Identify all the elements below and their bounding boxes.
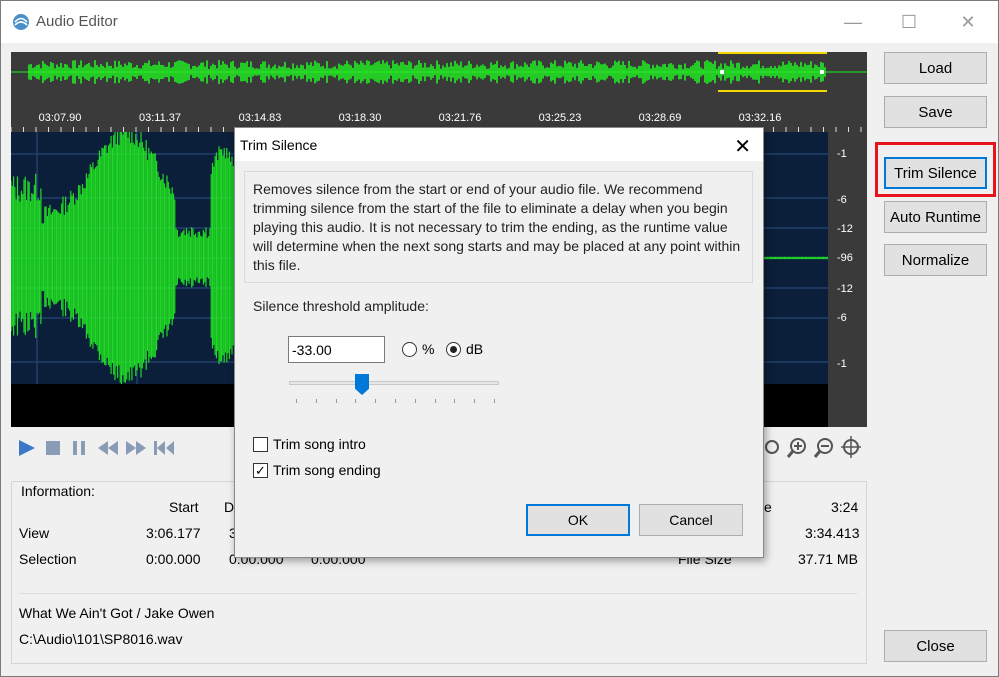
db-label: -1 bbox=[837, 148, 847, 160]
db-label: -6 bbox=[837, 194, 847, 206]
close-button-label: Close bbox=[916, 637, 955, 655]
dialog-close-button[interactable]: ✕ bbox=[734, 134, 751, 159]
slider-tick bbox=[296, 399, 297, 403]
auto-runtime-button[interactable]: Auto Runtime bbox=[884, 201, 987, 233]
file-size-value: 37.71 MB bbox=[798, 551, 858, 567]
slider-tick bbox=[414, 399, 416, 403]
zoom-vertical-icon[interactable] bbox=[840, 435, 862, 459]
tick-label: 03:32.16 bbox=[738, 112, 782, 124]
description-text: Removes silence from the start or end of… bbox=[253, 181, 741, 273]
row-selection-label: Selection bbox=[19, 551, 77, 567]
tick-label: 03:28.69 bbox=[638, 112, 682, 124]
slider-tick bbox=[454, 399, 456, 403]
slider-tick bbox=[494, 399, 495, 403]
runtime-value: 3:24 bbox=[831, 499, 859, 515]
zoom-fit-icon[interactable] bbox=[763, 437, 779, 457]
slider-tick bbox=[434, 399, 436, 403]
tick-label: 03:14.83 bbox=[238, 112, 282, 124]
normalize-button-label: Normalize bbox=[901, 251, 970, 269]
zoom-in-icon[interactable] bbox=[786, 437, 808, 459]
trim-ending-checkbox[interactable]: ✓ bbox=[253, 463, 268, 478]
tick-label: 03:21.76 bbox=[438, 112, 482, 124]
trim-silence-dialog: Trim Silence ✕ Removes silence from the … bbox=[234, 127, 764, 558]
db-label: -96 bbox=[837, 252, 853, 264]
file-path: C:\Audio\101\SP8016.wav bbox=[19, 631, 183, 647]
db-radio[interactable] bbox=[446, 342, 461, 357]
cancel-button[interactable]: Cancel bbox=[639, 504, 743, 536]
trim-ending-label: Trim song ending bbox=[273, 462, 381, 478]
trim-silence-button-label: Trim Silence bbox=[894, 164, 977, 182]
ok-button[interactable]: OK bbox=[526, 504, 630, 536]
percent-radio-label: % bbox=[422, 341, 435, 357]
row-view-label: View bbox=[19, 525, 50, 541]
stop-icon[interactable] bbox=[45, 440, 61, 456]
tick-label: 03:18.30 bbox=[338, 112, 382, 124]
ok-button-label: OK bbox=[567, 512, 589, 528]
info-divider bbox=[19, 593, 857, 594]
db-label: -12 bbox=[837, 283, 853, 295]
dialog-title-bar: Trim Silence ✕ bbox=[235, 128, 763, 161]
maximize-icon: ☐ bbox=[900, 11, 918, 32]
db-radio-label: dB bbox=[466, 341, 484, 357]
save-button[interactable]: Save bbox=[884, 96, 987, 128]
auto-runtime-button-label: Auto Runtime bbox=[890, 208, 981, 226]
selection-start-value: 0:00.000 bbox=[146, 551, 201, 567]
trim-silence-button[interactable]: Trim Silence bbox=[884, 157, 987, 189]
normalize-button[interactable]: Normalize bbox=[884, 244, 987, 276]
col-duration-header: D bbox=[224, 499, 235, 515]
pause-icon[interactable] bbox=[71, 440, 87, 456]
song-title: What We Ain't Got / Jake Owen bbox=[19, 605, 215, 621]
tick-label: 03:11.37 bbox=[138, 112, 182, 124]
trim-intro-checkbox[interactable] bbox=[253, 437, 268, 452]
cancel-button-label: Cancel bbox=[669, 512, 713, 528]
slider-tick bbox=[355, 399, 357, 403]
zoom-out-icon[interactable] bbox=[813, 437, 835, 459]
slider-tick bbox=[474, 399, 476, 403]
time-ruler[interactable]: 03:07.90 03:11.37 03:14.83 03:18.30 03:21.76… bbox=[11, 92, 867, 132]
dialog-title: Trim Silence bbox=[240, 137, 318, 153]
trim-intro-label: Trim song intro bbox=[273, 436, 366, 452]
overview-selection[interactable] bbox=[718, 52, 827, 92]
fast-forward-icon[interactable] bbox=[125, 440, 147, 456]
slider-tick bbox=[315, 399, 317, 403]
close-icon: ✕ bbox=[734, 136, 751, 158]
slider-tick bbox=[375, 399, 377, 403]
slider-tick bbox=[395, 399, 396, 403]
waveform-overview[interactable] bbox=[11, 52, 867, 92]
length-value: 3:34.413 bbox=[805, 525, 860, 541]
col-start-header: Start bbox=[169, 499, 199, 515]
db-label: -12 bbox=[837, 223, 853, 235]
db-label: -1 bbox=[837, 358, 847, 370]
app-logo-icon bbox=[13, 14, 29, 30]
maximize-button[interactable]: ☐ bbox=[886, 1, 932, 43]
db-label: -6 bbox=[837, 312, 847, 324]
load-button[interactable]: Load bbox=[884, 52, 987, 84]
description-box: Removes silence from the start or end of… bbox=[244, 171, 753, 283]
minimize-icon: — bbox=[844, 11, 862, 32]
close-icon: ✕ bbox=[960, 11, 976, 32]
threshold-label: Silence threshold amplitude: bbox=[253, 298, 429, 314]
tick-label: 03:07.90 bbox=[38, 112, 82, 124]
tick-label: 03:25.23 bbox=[538, 112, 582, 124]
close-button[interactable]: Close bbox=[884, 630, 987, 662]
threshold-slider-track[interactable] bbox=[289, 381, 499, 385]
window-title: Audio Editor bbox=[36, 13, 118, 30]
percent-radio[interactable] bbox=[402, 342, 417, 357]
info-heading: Information: bbox=[21, 483, 95, 499]
audio-editor-window: Audio Editor — ☐ ✕ 03:07.90 03:11.37 03:14… bbox=[0, 0, 999, 677]
runtime-label: e bbox=[764, 499, 772, 515]
close-window-button[interactable]: ✕ bbox=[945, 1, 991, 43]
save-button-label: Save bbox=[918, 103, 953, 121]
threshold-slider-thumb[interactable] bbox=[355, 374, 369, 395]
slider-tick bbox=[335, 399, 337, 403]
play-icon[interactable] bbox=[17, 439, 37, 457]
rewind-icon[interactable] bbox=[97, 440, 119, 456]
db-scale: -1 -6 -12 -96 -12 -6 -1 bbox=[828, 132, 867, 427]
view-start-value: 3:06.177 bbox=[146, 525, 201, 541]
title-bar: Audio Editor — ☐ ✕ bbox=[1, 1, 998, 43]
threshold-input[interactable] bbox=[288, 336, 385, 363]
load-button-label: Load bbox=[918, 59, 953, 77]
minimize-button[interactable]: — bbox=[830, 1, 876, 43]
skip-to-start-icon[interactable] bbox=[153, 440, 175, 456]
